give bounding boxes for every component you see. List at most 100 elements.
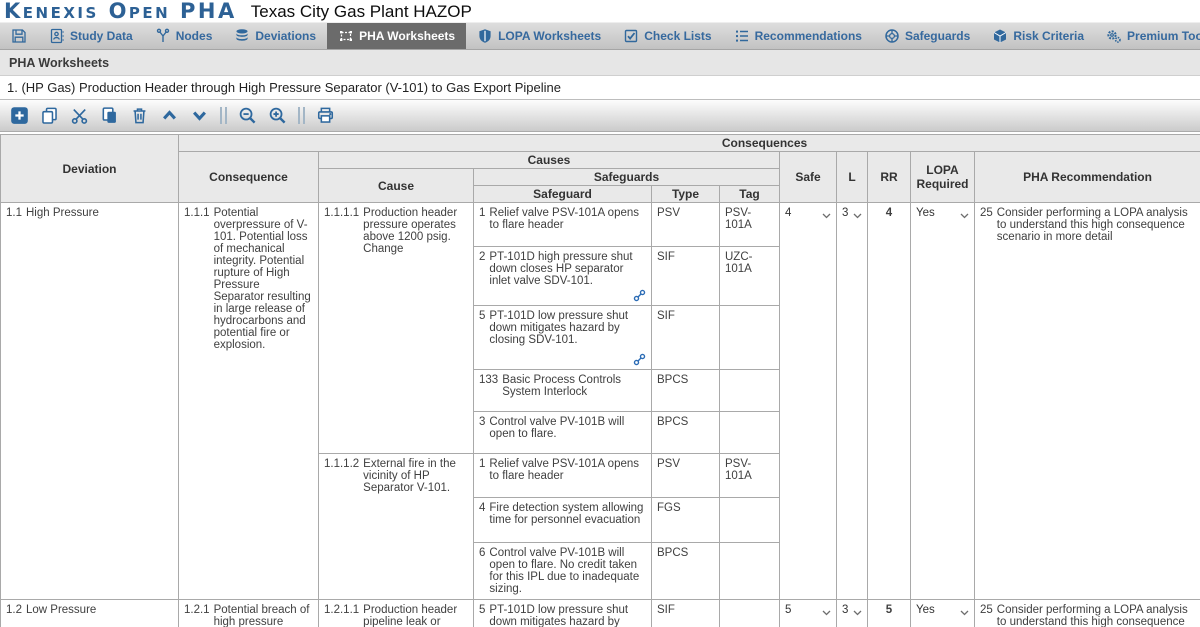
premium-tools-icon xyxy=(1106,28,1122,44)
safeguard-cell[interactable]: 133Basic Process Controls System Interlo… xyxy=(474,370,652,412)
safeguard-tag-cell[interactable] xyxy=(720,370,780,412)
nav-check-lists[interactable]: Check Lists xyxy=(612,23,722,49)
safeguard-type-cell[interactable]: BPCS xyxy=(652,412,720,454)
link-icon[interactable] xyxy=(633,289,646,302)
safeguard-cell[interactable]: 6Control valve PV-101B will open to flar… xyxy=(474,543,652,600)
col-header-pha-recommendation: PHA Recommendation xyxy=(975,152,1200,203)
risk-criteria-icon xyxy=(992,28,1008,44)
col-header-l: L xyxy=(837,152,868,203)
check-lists-icon xyxy=(623,28,639,44)
nav-label: PHA Worksheets xyxy=(359,29,455,43)
study-data-icon xyxy=(49,28,65,44)
lopa-worksheets-icon xyxy=(477,28,493,44)
deviation-cell[interactable]: 1.2Low Pressure xyxy=(1,600,179,627)
col-header-safe: Safe xyxy=(780,152,837,203)
safeguard-cell[interactable]: 2PT-101D high pressure shut down closes … xyxy=(474,247,652,306)
nav-risk-criteria[interactable]: Risk Criteria xyxy=(981,23,1095,49)
delete-icon[interactable] xyxy=(130,106,149,125)
nav-deviations[interactable]: Deviations xyxy=(223,23,327,49)
save-icon xyxy=(11,28,27,44)
deviation-cell[interactable]: 1.1High Pressure xyxy=(1,203,179,600)
col-group-consequences: Consequences xyxy=(179,135,1200,152)
safeguards-icon xyxy=(884,28,900,44)
safeguard-tag-cell[interactable] xyxy=(720,543,780,600)
nodes-icon xyxy=(155,28,171,44)
recommendations-icon xyxy=(734,28,750,44)
recommendation-cell[interactable]: 25Consider performing a LOPA analysis to… xyxy=(975,203,1200,600)
likelihood-select[interactable]: 3 xyxy=(837,203,868,600)
safeguard-tag-cell[interactable]: PSV-101A xyxy=(720,203,780,247)
likelihood-select[interactable]: 3 xyxy=(837,600,868,627)
nav-label: Nodes xyxy=(176,29,213,43)
print-icon[interactable] xyxy=(316,106,335,125)
safeguard-type-cell[interactable]: SIF xyxy=(652,247,720,306)
col-group-causes: Causes xyxy=(319,152,780,169)
safeguard-tag-cell[interactable] xyxy=(720,412,780,454)
consequence-cell[interactable]: 1.1.1Potential overpressure of V-101. Po… xyxy=(179,203,319,600)
nav-premium-tools[interactable]: Premium Tools xyxy=(1095,23,1200,49)
deviations-icon xyxy=(234,28,250,44)
risk-rank-cell: 4 xyxy=(868,203,911,600)
chevron-down-icon xyxy=(822,607,831,619)
cut-icon[interactable] xyxy=(70,106,89,125)
chevron-down-icon xyxy=(960,210,969,222)
nav-recommendations[interactable]: Recommendations xyxy=(723,23,873,49)
page-title: PHA Worksheets xyxy=(9,56,109,70)
nav-label: Premium Tools xyxy=(1127,29,1200,43)
safeguard-type-cell[interactable]: PSV xyxy=(652,203,720,247)
header-bar: Kenexis Open PHA Texas City Gas Plant HA… xyxy=(0,0,1200,22)
safeguard-type-cell[interactable]: SIF xyxy=(652,600,720,627)
safeguard-tag-cell[interactable] xyxy=(720,498,780,543)
nav-safeguards[interactable]: Safeguards xyxy=(873,23,981,49)
save-button[interactable] xyxy=(0,23,38,49)
chevron-down-icon xyxy=(822,210,831,222)
paste-icon[interactable] xyxy=(100,106,119,125)
zoom-out-icon[interactable] xyxy=(238,106,257,125)
consequence-cell[interactable]: 1.2.1Potential breach of high pressure xyxy=(179,600,319,627)
lopa-required-select[interactable]: Yes xyxy=(911,203,975,600)
safeguard-type-cell[interactable]: BPCS xyxy=(652,370,720,412)
move-down-icon[interactable] xyxy=(190,106,209,125)
safeguard-type-cell[interactable]: FGS xyxy=(652,498,720,543)
nav-label: Check Lists xyxy=(644,29,711,43)
link-icon[interactable] xyxy=(633,353,646,366)
add-icon[interactable] xyxy=(10,106,29,125)
col-header-lopa-required: LOPA Required xyxy=(911,152,975,203)
safeguard-tag-cell[interactable] xyxy=(720,600,780,627)
toolbar-separator xyxy=(298,107,305,124)
safeguard-type-cell[interactable]: PSV xyxy=(652,454,720,498)
col-header-consequence: Consequence xyxy=(179,152,319,203)
copy-icon[interactable] xyxy=(40,106,59,125)
nav-lopa-worksheets[interactable]: LOPA Worksheets xyxy=(466,23,612,49)
nav-study-data[interactable]: Study Data xyxy=(38,23,144,49)
safeguard-tag-cell[interactable] xyxy=(720,306,780,370)
nav-label: Risk Criteria xyxy=(1013,29,1084,43)
cause-cell[interactable]: 1.1.1.2External fire in the vicinity of … xyxy=(319,454,474,600)
move-up-icon[interactable] xyxy=(160,106,179,125)
safeguard-cell[interactable]: 5PT-101D low pressure shut down mitigate… xyxy=(474,306,652,370)
risk-rank-cell: 5 xyxy=(868,600,911,627)
safeguard-type-cell[interactable]: BPCS xyxy=(652,543,720,600)
safeguard-tag-cell[interactable]: UZC-101A xyxy=(720,247,780,306)
safeguard-cell[interactable]: 1Relief valve PSV-101A opens to flare he… xyxy=(474,203,652,247)
recommendation-cell[interactable]: 25Consider performing a LOPA analysis to… xyxy=(975,600,1200,627)
safe-select[interactable]: 5 xyxy=(780,600,837,627)
safeguard-type-cell[interactable]: SIF xyxy=(652,306,720,370)
safeguard-tag-cell[interactable]: PSV-101A xyxy=(720,454,780,498)
safeguard-cell[interactable]: 1Relief valve PSV-101A opens to flare he… xyxy=(474,454,652,498)
safeguard-cell[interactable]: 3Control valve PV-101B will open to flar… xyxy=(474,412,652,454)
safeguard-cell[interactable]: 4Fire detection system allowing time for… xyxy=(474,498,652,543)
cause-cell[interactable]: 1.1.1.1Production header pressure operat… xyxy=(319,203,474,454)
nav-pha-worksheets[interactable]: PHA Worksheets xyxy=(327,23,466,49)
zoom-in-icon[interactable] xyxy=(268,106,287,125)
node-selector[interactable]: 1. (HP Gas) Production Header through Hi… xyxy=(0,76,1200,100)
safeguard-cell[interactable]: 5PT-101D low pressure shut down mitigate… xyxy=(474,600,652,627)
nav-nodes[interactable]: Nodes xyxy=(144,23,224,49)
cause-cell[interactable]: 1.2.1.1Production header pipeline leak o… xyxy=(319,600,474,627)
safe-select[interactable]: 4 xyxy=(780,203,837,600)
nav-label: Recommendations xyxy=(755,29,862,43)
section-header: PHA Worksheets xyxy=(0,50,1200,76)
lopa-required-select[interactable]: Yes xyxy=(911,600,975,627)
chevron-down-icon xyxy=(853,607,862,619)
nav-label: Study Data xyxy=(70,29,133,43)
